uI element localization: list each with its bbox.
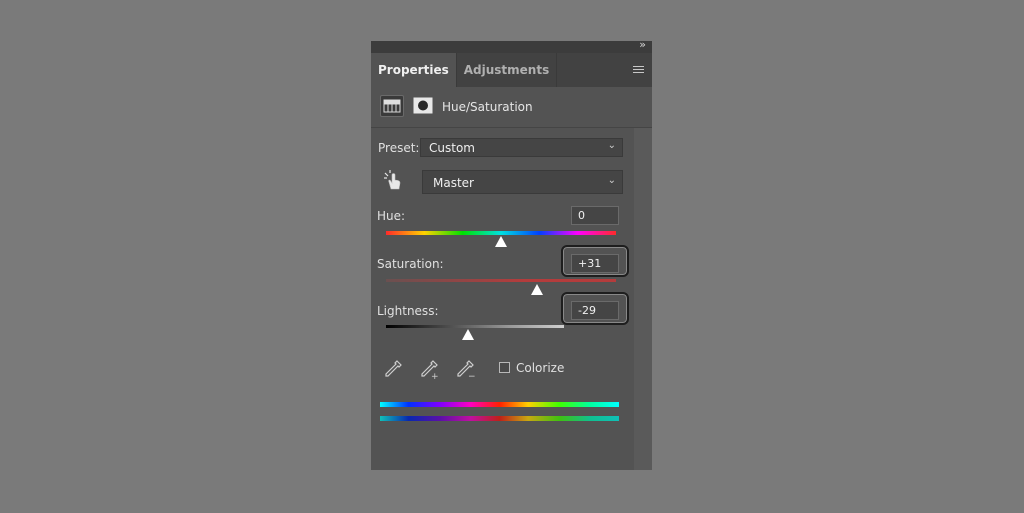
chevron-down-icon: ⌄ (607, 175, 616, 186)
panel-topbar: » (371, 38, 652, 53)
hue-value-field[interactable]: 0 (571, 206, 619, 225)
hue-slider-track[interactable] (386, 231, 616, 235)
saturation-slider-track[interactable] (386, 279, 616, 282)
adjustment-title: Hue/Saturation (442, 100, 533, 114)
collapse-panel-icon[interactable]: » (639, 38, 646, 51)
lightness-slider-thumb[interactable] (461, 329, 474, 340)
hamburger-menu-icon[interactable] (633, 66, 644, 75)
saturation-slider-thumb[interactable] (530, 284, 543, 295)
svg-text:−: − (468, 372, 476, 380)
eyedropper-add-icon[interactable]: + (419, 358, 441, 382)
input-color-range-bar (380, 402, 619, 407)
preset-label: Preset: (378, 141, 420, 155)
lightness-slider-track[interactable] (386, 325, 564, 328)
eyedropper-icon[interactable] (383, 358, 405, 380)
adjustment-header: Hue/Saturation (371, 87, 652, 128)
chevron-down-icon: ⌄ (607, 140, 616, 151)
hue-label: Hue: (377, 209, 406, 223)
colorize-checkbox[interactable] (499, 362, 510, 373)
panel-scrollbar[interactable] (634, 128, 652, 470)
lightness-value-field[interactable]: -29 (571, 301, 619, 320)
hue-saturation-grid-icon[interactable] (380, 95, 404, 117)
channel-dropdown[interactable]: Master ⌄ (422, 170, 623, 194)
output-color-range-bar (380, 416, 619, 421)
tab-properties[interactable]: Properties (371, 53, 457, 87)
channel-value: Master (433, 176, 474, 190)
eyedropper-subtract-icon[interactable]: − (455, 358, 477, 382)
tab-adjustments[interactable]: Adjustments (457, 53, 558, 87)
preset-value: Custom (429, 141, 475, 155)
saturation-label: Saturation: (377, 257, 444, 271)
hue-slider-thumb[interactable] (495, 236, 507, 247)
lightness-label: Lightness: (377, 304, 439, 318)
saturation-value-field[interactable]: +31 (571, 254, 619, 273)
colorize-label: Colorize (516, 361, 565, 375)
preset-dropdown[interactable]: Custom ⌄ (420, 138, 623, 157)
targeted-adjustment-hand-icon[interactable] (382, 169, 406, 193)
panel-tabs: Properties Adjustments (371, 53, 652, 87)
layer-mask-icon[interactable] (413, 97, 433, 114)
svg-text:+: + (431, 372, 439, 380)
